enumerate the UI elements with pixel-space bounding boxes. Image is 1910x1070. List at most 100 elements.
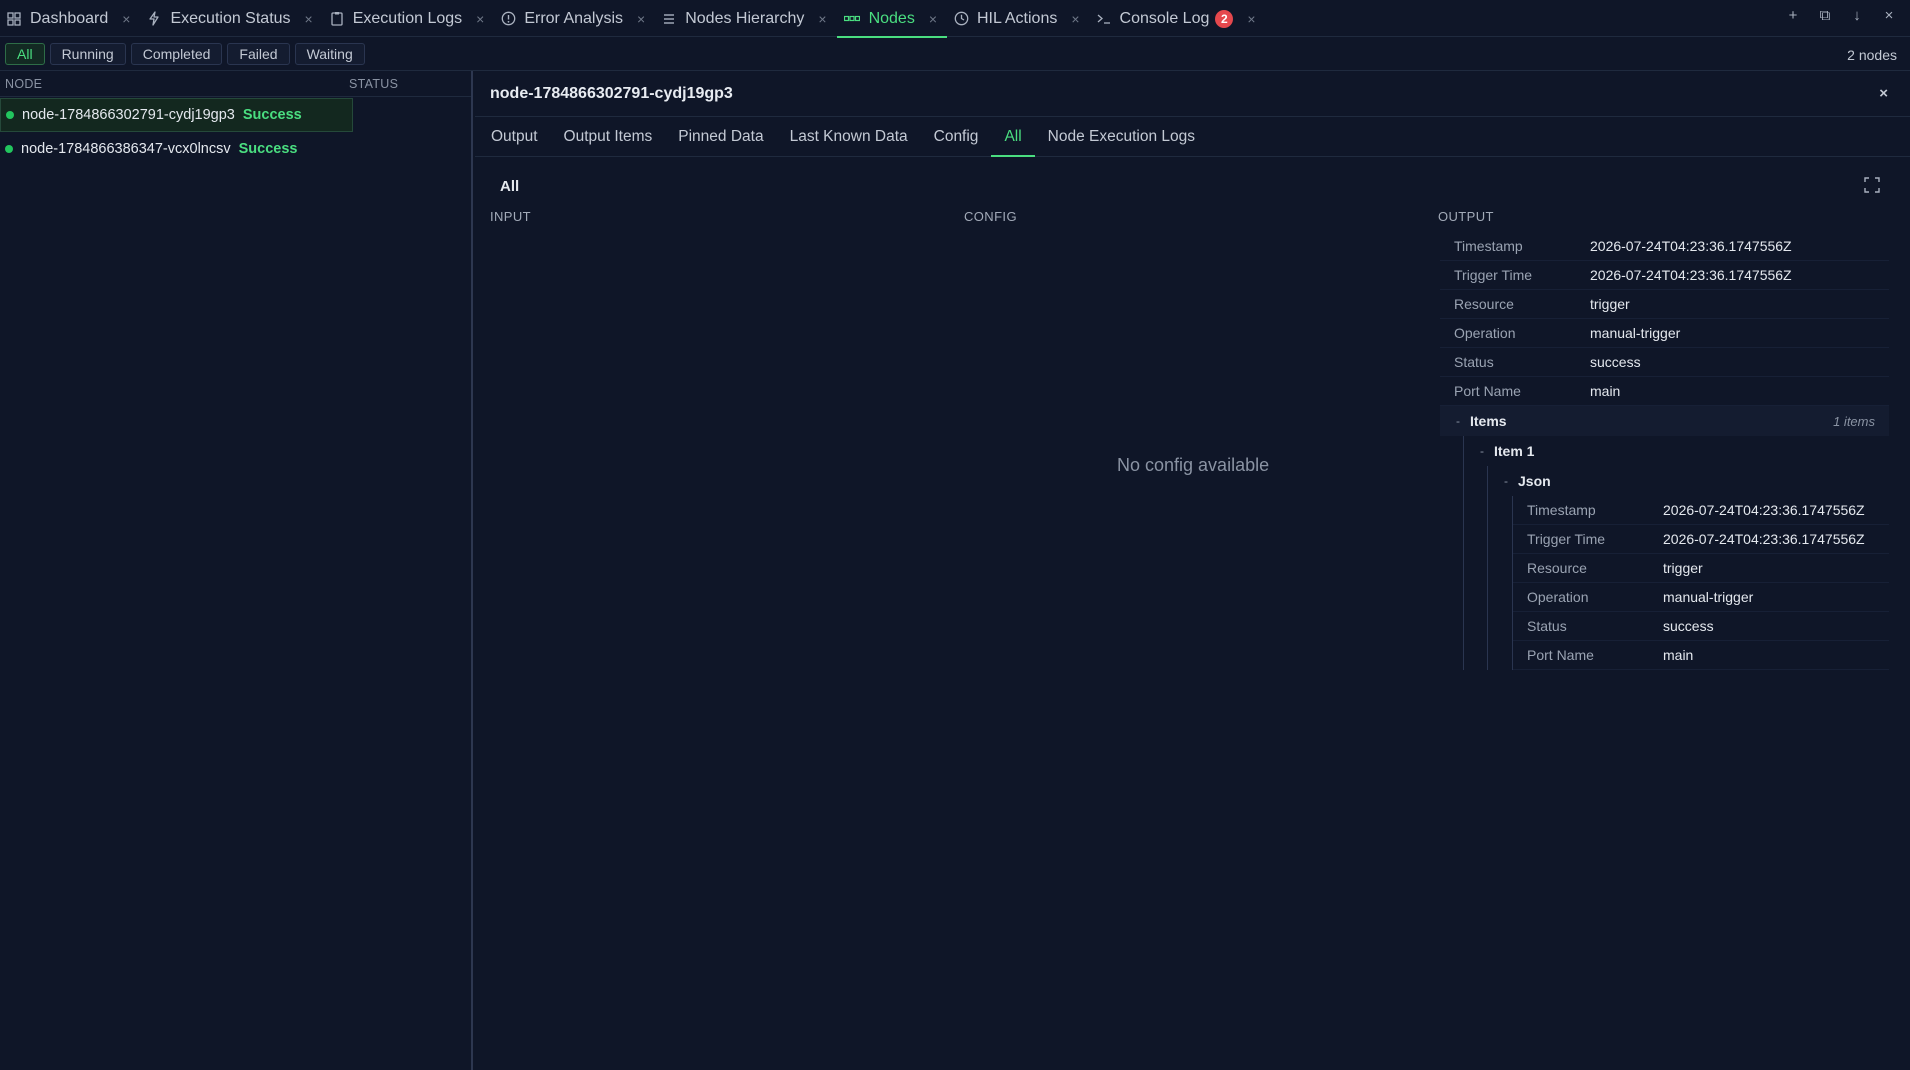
- close-icon[interactable]: ×: [1879, 85, 1888, 102]
- column-header-node: NODE: [5, 76, 43, 91]
- close-panel-icon[interactable]: ×: [1880, 7, 1898, 24]
- items-count: 1 items: [1833, 413, 1875, 429]
- tab-node-execution-logs[interactable]: Node Execution Logs: [1035, 117, 1208, 156]
- node-detail-panel: node-1784866302791-cydj19gp3 × Output Ou…: [475, 71, 1910, 1070]
- tab-hil-actions[interactable]: HIL Actions ×: [947, 0, 1090, 37]
- json-children: Timestamp 2026-07-24T04:23:36.1747556Z Tr…: [1512, 496, 1889, 670]
- status-dot-icon: [6, 111, 14, 119]
- node-name: node-1784866302791-cydj19gp3: [22, 107, 235, 123]
- detail-header: node-1784866302791-cydj19gp3 ×: [475, 71, 1910, 117]
- alert-circle-icon: [500, 11, 516, 27]
- close-icon[interactable]: ×: [1247, 11, 1255, 27]
- filter-all-button[interactable]: All: [5, 43, 45, 65]
- field-value: main: [1590, 383, 1621, 399]
- json-field: Status success: [1513, 612, 1889, 641]
- filter-completed-button[interactable]: Completed: [130, 43, 223, 65]
- column-header-status: STATUS: [349, 76, 399, 91]
- config-column-header: CONFIG: [964, 209, 1017, 224]
- filter-failed-button[interactable]: Failed: [227, 43, 290, 65]
- add-tab-icon[interactable]: +: [1784, 7, 1802, 24]
- json-field: Timestamp 2026-07-24T04:23:36.1747556Z: [1513, 496, 1889, 525]
- grid-icon: [6, 11, 22, 27]
- tab-console-log[interactable]: Console Log 2 ×: [1090, 0, 1266, 37]
- node-status: Success: [238, 141, 298, 157]
- tab-output-items[interactable]: Output Items: [551, 117, 666, 156]
- fullscreen-icon[interactable]: [1864, 177, 1880, 193]
- collapse-icon[interactable]: -: [1480, 444, 1484, 458]
- tab-error-analysis[interactable]: Error Analysis ×: [494, 0, 655, 37]
- close-icon[interactable]: ×: [305, 11, 313, 27]
- node-list-panel: NODE STATUS node-1784866302791-cydj19gp3…: [0, 71, 473, 1070]
- field-value: 2026-07-24T04:23:36.1747556Z: [1590, 238, 1792, 254]
- tab-label: Console Log: [1119, 9, 1210, 27]
- filter-running-button[interactable]: Running: [49, 43, 126, 65]
- tab-execution-logs[interactable]: Execution Logs ×: [323, 0, 495, 37]
- output-field: Trigger Time 2026-07-24T04:23:36.1747556Z: [1440, 261, 1889, 290]
- tab-execution-status[interactable]: Execution Status ×: [140, 0, 322, 37]
- list-icon: [661, 11, 677, 27]
- tab-label: Error Analysis: [524, 9, 624, 27]
- close-icon[interactable]: ×: [1071, 11, 1079, 27]
- close-icon[interactable]: ×: [122, 11, 130, 27]
- tab-last-known-data[interactable]: Last Known Data: [777, 117, 921, 156]
- tab-dashboard[interactable]: Dashboard ×: [0, 0, 140, 37]
- collapse-icon[interactable]: -: [1456, 414, 1460, 428]
- field-value: success: [1590, 354, 1641, 370]
- close-icon[interactable]: ×: [476, 11, 484, 27]
- output-field: Resource trigger: [1440, 290, 1889, 319]
- nodes-icon: [843, 11, 861, 27]
- field-key: Trigger Time: [1454, 267, 1533, 283]
- output-column-header: OUTPUT: [1438, 209, 1494, 224]
- bolt-icon: [146, 11, 162, 27]
- close-icon[interactable]: ×: [818, 11, 826, 27]
- tab-label: Dashboard: [30, 9, 109, 27]
- node-row[interactable]: node-1784866302791-cydj19gp3 Success: [0, 98, 353, 132]
- item-children: - Json Timestamp 2026-07-24T04:23:36.1747…: [1487, 466, 1889, 670]
- node-row[interactable]: node-1784866386347-vcx0lncsv Success: [0, 132, 471, 166]
- close-icon[interactable]: ×: [929, 11, 937, 27]
- field-key: Timestamp: [1527, 502, 1596, 518]
- output-field: Operation manual-trigger: [1440, 319, 1889, 348]
- tab-nodes[interactable]: Nodes ×: [836, 0, 948, 38]
- field-value: manual-trigger: [1590, 325, 1681, 341]
- field-value: success: [1663, 618, 1714, 634]
- tab-output[interactable]: Output: [478, 117, 551, 156]
- clock-icon: [953, 11, 969, 27]
- tab-all[interactable]: All: [991, 117, 1035, 157]
- json-label: Json: [1518, 473, 1551, 489]
- minimize-icon[interactable]: ↓: [1848, 7, 1866, 24]
- tab-bar: Dashboard × Execution Status × Execution…: [0, 0, 1910, 38]
- tab-label: HIL Actions: [977, 9, 1058, 27]
- no-config-message: No config available: [1117, 455, 1270, 475]
- field-key: Port Name: [1527, 647, 1594, 663]
- field-key: Resource: [1527, 560, 1587, 576]
- tab-pinned-data[interactable]: Pinned Data: [665, 117, 776, 156]
- node-name: node-1784866386347-vcx0lncsv: [21, 141, 231, 157]
- field-value: trigger: [1663, 560, 1703, 576]
- item-1-node[interactable]: - Item 1: [1464, 436, 1889, 466]
- items-label: Items: [1470, 413, 1507, 429]
- tab-nodes-hierarchy[interactable]: Nodes Hierarchy ×: [655, 0, 836, 37]
- tab-config[interactable]: Config: [921, 117, 992, 156]
- popout-icon[interactable]: ⧉: [1816, 7, 1834, 24]
- json-field: Resource trigger: [1513, 554, 1889, 583]
- node-list-header: NODE STATUS: [0, 71, 471, 97]
- field-key: Status: [1454, 354, 1494, 370]
- field-value: main: [1663, 647, 1694, 663]
- field-key: Port Name: [1454, 383, 1521, 399]
- field-key: Operation: [1454, 325, 1516, 341]
- filter-waiting-button[interactable]: Waiting: [294, 43, 365, 65]
- node-count: 2 nodes: [1847, 47, 1897, 63]
- field-value: 2026-07-24T04:23:36.1747556Z: [1663, 531, 1865, 547]
- field-value: 2026-07-24T04:23:36.1747556Z: [1590, 267, 1792, 283]
- input-column-header: INPUT: [490, 209, 531, 224]
- items-node[interactable]: - Items 1 items: [1440, 406, 1889, 436]
- status-dot-icon: [5, 145, 13, 153]
- collapse-icon[interactable]: -: [1504, 474, 1508, 488]
- field-value: 2026-07-24T04:23:36.1747556Z: [1663, 502, 1865, 518]
- field-key: Trigger Time: [1527, 531, 1606, 547]
- json-node[interactable]: - Json: [1488, 466, 1889, 496]
- item-label: Item 1: [1494, 443, 1535, 459]
- close-icon[interactable]: ×: [637, 11, 645, 27]
- window-controls: + ⧉ ↓ ×: [1784, 0, 1910, 30]
